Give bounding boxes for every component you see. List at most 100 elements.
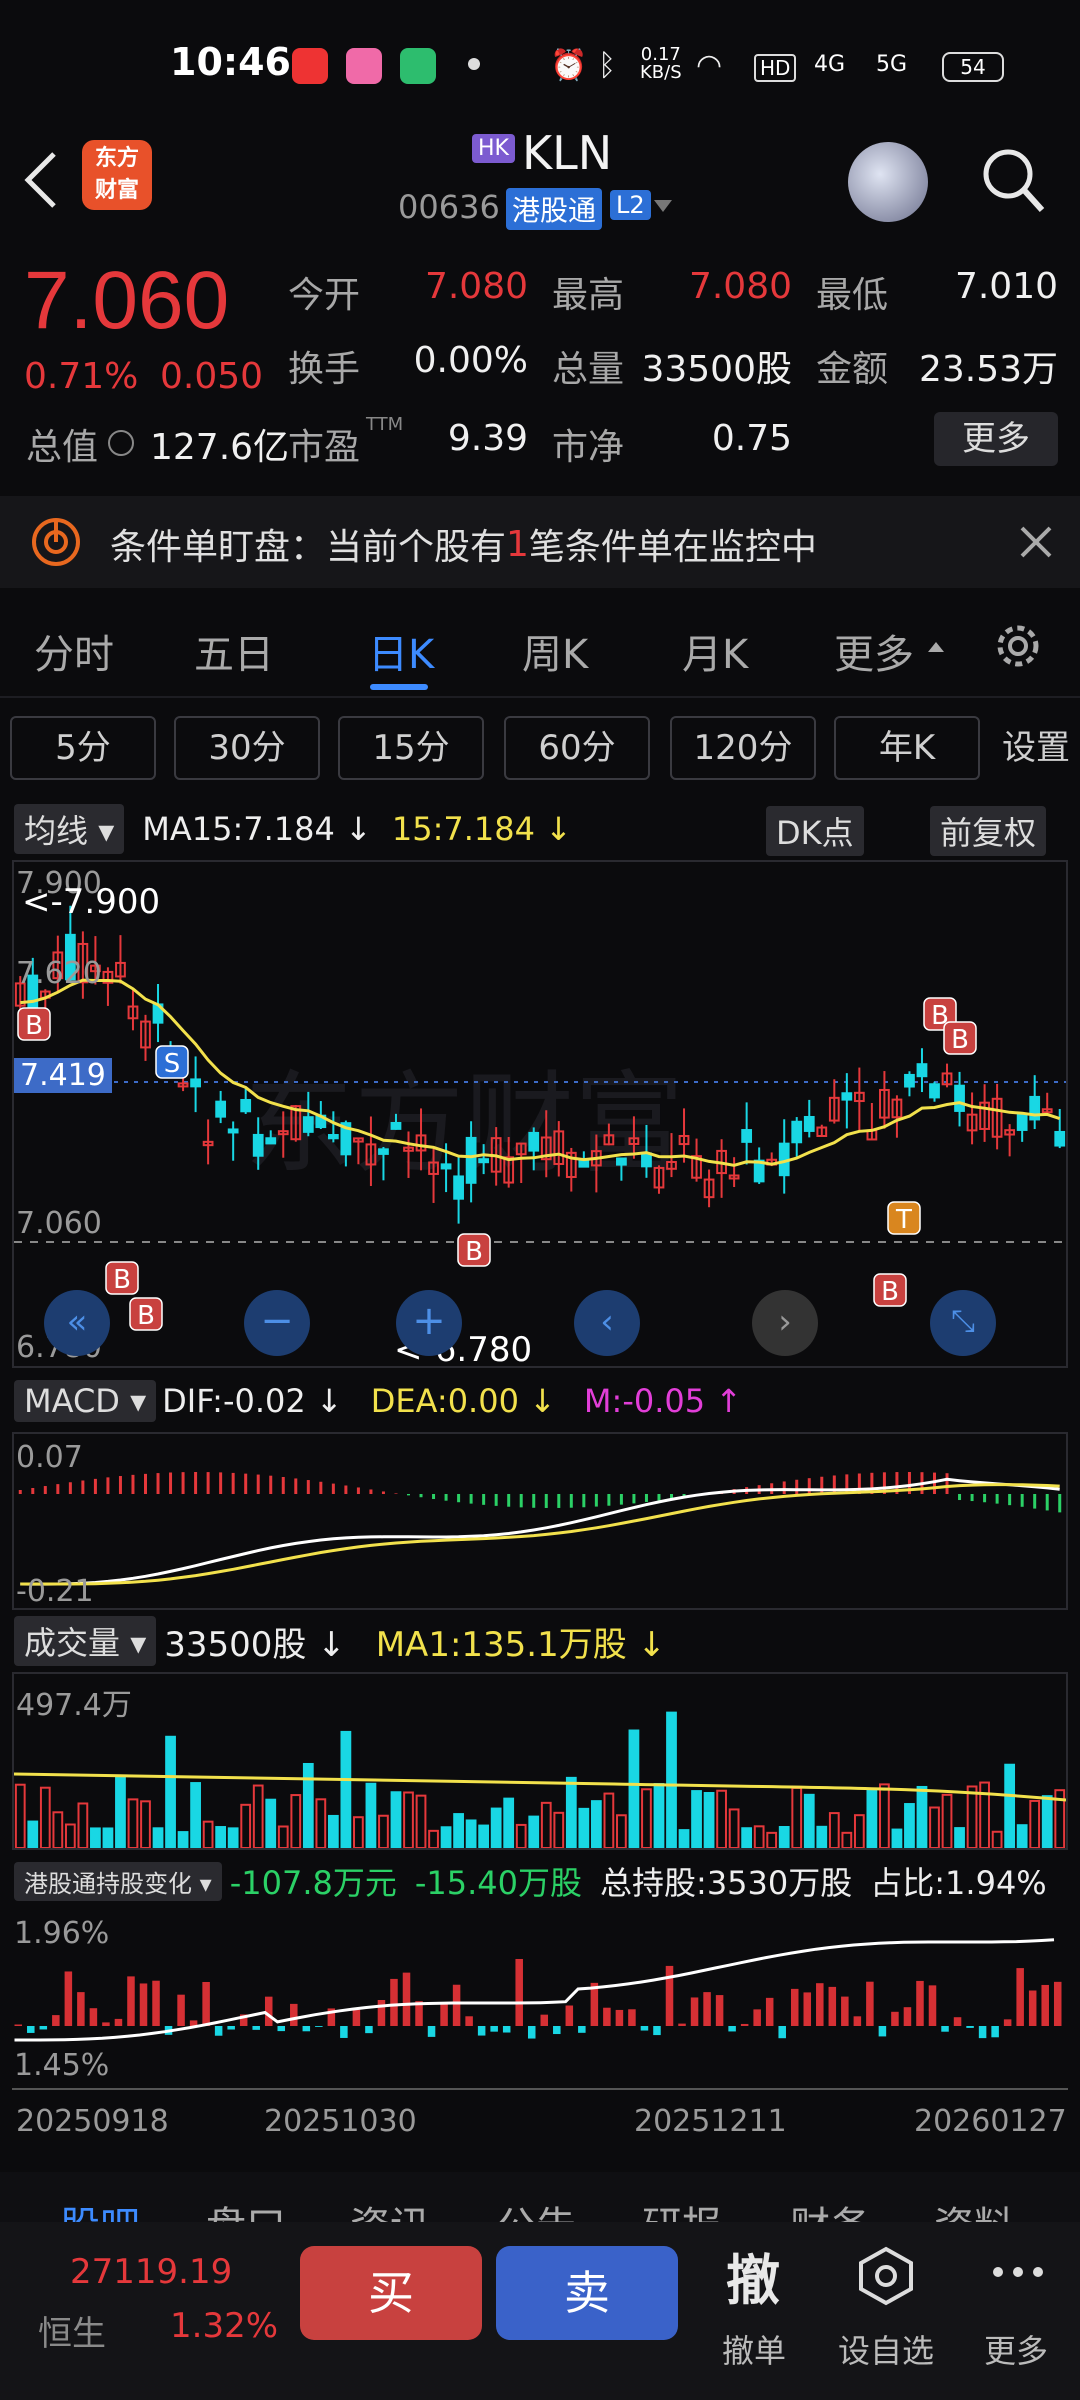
search-icon[interactable]	[978, 142, 1048, 218]
index-change: 1.32%	[170, 2306, 279, 2346]
info-tab-orderbook[interactable]: 盘口	[206, 2194, 286, 2224]
more-quote-button[interactable]: 更多	[934, 412, 1058, 466]
period-5min[interactable]: 5分	[10, 716, 156, 780]
volume-bar	[590, 1800, 602, 1848]
period-15min[interactable]: 15分	[338, 716, 484, 780]
condition-order-banner[interactable]: 条件单盯盘：当前个股有 1 笔条件单在监控中	[0, 496, 1080, 588]
holding-change-bar	[678, 2023, 686, 2026]
holding-change-bar	[14, 2024, 23, 2026]
tab-intraday[interactable]: 分时	[34, 622, 114, 680]
settings-gear-icon[interactable]	[990, 618, 1046, 674]
volume-bar	[302, 1762, 314, 1848]
scroll-left-fast-icon[interactable]: «	[44, 1290, 110, 1356]
info-tab-forum[interactable]: 股吧	[60, 2194, 140, 2224]
cancel-order-icon[interactable]: 撤	[726, 2236, 780, 2315]
holding-change-bar	[139, 1983, 148, 2026]
volume-bar	[641, 1788, 652, 1848]
holding-ratio: 占比:1.94%	[870, 1864, 1047, 1902]
macd-selector[interactable]: MACD ▾	[14, 1380, 157, 1422]
zoom-in-icon[interactable]: +	[396, 1290, 462, 1356]
volume-selector[interactable]: 成交量 ▾	[14, 1616, 157, 1666]
holding-change-bar	[477, 2026, 486, 2036]
index-value[interactable]: 27119.19	[70, 2252, 232, 2292]
candle-body	[1016, 1113, 1028, 1131]
period-selector: 5分 30分 15分 60分 120分 年K 设置	[0, 712, 1080, 786]
holding-change-bar	[891, 2011, 899, 2026]
info-tab-news[interactable]: 资讯	[350, 2194, 430, 2224]
status-bar: 10:46 ⏰ ᛒ 0.17 KB/S ◠ HD 4G 5G 54	[0, 0, 1080, 130]
volume-bar	[716, 1789, 727, 1848]
last-price: 7.060	[24, 255, 230, 346]
bottom-toolbar: 27119.19 恒生 1.32% 买 卖 撤 撤单 设自选 更多	[0, 2222, 1080, 2400]
volume-bar	[140, 1800, 151, 1848]
fullscreen-icon[interactable]: ⤡	[930, 1290, 996, 1356]
candle-body	[1054, 1130, 1066, 1147]
volume-bar	[666, 1711, 677, 1848]
add-watchlist-icon[interactable]	[858, 2246, 914, 2306]
holding-total: 总持股:3530万股	[600, 1864, 853, 1902]
scroll-right-icon[interactable]: ›	[752, 1290, 818, 1356]
add-watchlist-label[interactable]: 设自选	[838, 2326, 934, 2372]
tab-daily-k[interactable]: 日K	[368, 622, 434, 680]
holding-selector[interactable]: 港股通持股变化 ▾	[14, 1861, 222, 1901]
date-label-4: 20260127	[914, 2104, 1067, 2139]
buy-button[interactable]: 买	[300, 2246, 482, 2340]
period-60min[interactable]: 60分	[504, 716, 650, 780]
info-tab-announcement[interactable]: 公告	[496, 2194, 576, 2224]
eastmoney-logo: 东方 财富	[82, 140, 152, 210]
close-icon[interactable]	[1018, 524, 1054, 560]
tab-weekly-k[interactable]: 周K	[522, 622, 588, 680]
candle-body	[616, 1157, 627, 1166]
holding-svg	[14, 1938, 1062, 2042]
volume-bar	[365, 1782, 377, 1848]
volume-bar	[403, 1791, 414, 1848]
holding-change-bar	[152, 1980, 160, 2026]
more-label[interactable]: 更多	[984, 2326, 1048, 2372]
period-30min[interactable]: 30分	[174, 716, 320, 780]
holding-chart[interactable]: 1.96% 1.45%	[12, 1910, 1068, 2088]
price-tag: 7.419	[14, 1058, 112, 1093]
volume-chart[interactable]: 497.4万	[12, 1672, 1068, 1850]
dk-point-button[interactable]: DK点	[766, 806, 864, 856]
holding-change-bar	[841, 1996, 849, 2026]
info-tab-research[interactable]: 研报	[642, 2194, 722, 2224]
cancel-order-label[interactable]: 撤单	[722, 2326, 786, 2372]
tab-monthly-k[interactable]: 月K	[682, 622, 748, 680]
volume-bar: 成交量 ▾ 33500股 ↓ MA1:135.1万股 ↓	[14, 1616, 666, 1666]
period-settings[interactable]: 设置	[1000, 716, 1080, 780]
volume-bar	[378, 1814, 389, 1848]
volume-bar	[678, 1829, 690, 1848]
signal-4g-icon: 4G	[814, 52, 846, 77]
level2-badge: L2	[610, 190, 651, 220]
sell-button[interactable]: 卖	[496, 2246, 678, 2340]
macd-chart[interactable]: 0.07 -0.21	[12, 1432, 1068, 1610]
adjust-button[interactable]: 前复权	[930, 806, 1047, 856]
back-icon[interactable]	[20, 148, 64, 212]
volume-bar	[202, 1820, 214, 1848]
holding-change-bar	[89, 2008, 98, 2026]
info-tab-finance[interactable]: 财务	[790, 2194, 870, 2224]
more-dots-icon[interactable]	[990, 2264, 1046, 2280]
volume-bar	[853, 1814, 865, 1848]
info-icon[interactable]	[108, 430, 134, 456]
tab-five-day[interactable]: 五日	[194, 622, 274, 680]
volume-bar	[478, 1824, 490, 1848]
holding-change-bar	[452, 1984, 461, 2026]
robot-assistant-icon[interactable]	[848, 142, 928, 222]
period-120min[interactable]: 120分	[670, 716, 816, 780]
ma-selector[interactable]: 均线 ▾	[14, 804, 125, 854]
holding-change-bar	[916, 1980, 924, 2026]
active-tab-indicator	[370, 684, 428, 690]
volume-bar	[277, 1825, 289, 1848]
scroll-left-icon[interactable]: ‹	[574, 1290, 640, 1356]
macd-dea: DEA:0.00 ↓	[370, 1382, 556, 1420]
volume-bar	[90, 1827, 101, 1848]
tab-more[interactable]: 更多	[834, 622, 914, 680]
zoom-out-icon[interactable]: −	[244, 1290, 310, 1356]
info-tab-profile[interactable]: 资料	[934, 2194, 1014, 2224]
kline-chart[interactable]: 东方财富 BSBBBBBBT 7.900 7.620 7.060 6.780 <…	[12, 860, 1068, 1370]
period-yearly[interactable]: 年K	[834, 716, 980, 780]
trade-marker-label: B	[951, 1025, 969, 1055]
holding-change-bar	[703, 1992, 711, 2026]
dropdown-icon[interactable]	[652, 198, 674, 214]
